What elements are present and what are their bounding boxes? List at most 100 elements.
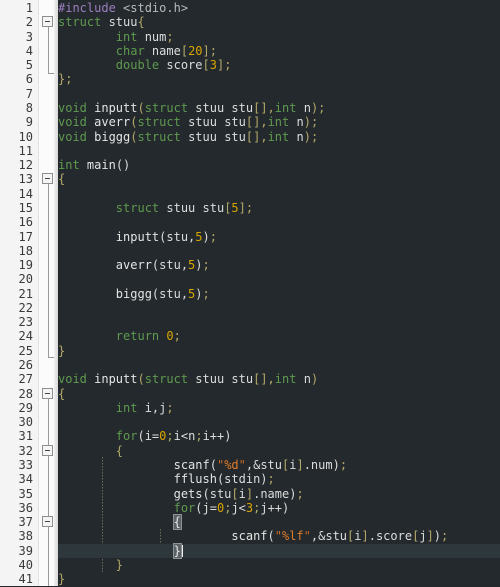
code-line-33[interactable]: scanf("%d",&stu[i].num); — [58, 458, 500, 472]
code-line-34[interactable]: fflush(stdin); — [58, 472, 500, 486]
code-line-11[interactable] — [58, 144, 500, 158]
code-line-41[interactable]: } — [58, 572, 500, 586]
line-number-12: 12 — [18, 158, 33, 173]
token-preprocessor: #include — [58, 1, 116, 15]
code-line-13[interactable]: { — [58, 172, 500, 186]
line-number-35: 35 — [18, 486, 33, 501]
line-number-3: 3 — [25, 29, 33, 44]
code-line-7[interactable] — [58, 87, 500, 101]
line-number-22: 22 — [18, 300, 33, 315]
code-line-10[interactable]: void biggg(struct stuu stu[],int n); — [58, 130, 500, 144]
fold-guide-end-line-25 — [48, 357, 54, 358]
code-line-18[interactable] — [58, 244, 500, 258]
line-number-25: 25 — [18, 343, 33, 358]
code-editor[interactable]: 1 2 3 4 5 6 7 8 9 10 11 12 13 14 15 16 17 18 19 20 21 22 23 24 2… — [0, 0, 500, 586]
line-number-26: 26 — [18, 358, 33, 373]
line-number-30: 30 — [18, 415, 33, 430]
code-line-39[interactable]: } — [58, 542, 500, 559]
line-number-6: 6 — [25, 72, 33, 87]
line-number-31: 31 — [18, 429, 33, 444]
code-line-29[interactable]: int i,j; — [58, 401, 500, 415]
code-line-8[interactable]: void inputt(struct stuu stu[],int n); — [58, 101, 500, 115]
line-number-18: 18 — [18, 243, 33, 258]
code-line-9[interactable]: void averr(struct stuu stu[],int n); — [58, 115, 500, 129]
code-line-26[interactable] — [58, 358, 500, 372]
line-number-15: 15 — [18, 200, 33, 215]
line-number-38: 38 — [18, 529, 33, 544]
line-number-28: 28 — [18, 386, 33, 401]
fold-toggle-line-32[interactable] — [42, 445, 53, 456]
line-number-4: 4 — [25, 43, 33, 58]
line-number-10: 10 — [18, 129, 33, 144]
code-line-23[interactable] — [58, 315, 500, 329]
code-line-38[interactable]: scanf("%lf",&stu[i].score[j]); — [58, 529, 500, 543]
code-line-31[interactable]: for(i=0;i<n;i++) — [58, 429, 500, 443]
line-number-20: 20 — [18, 272, 33, 287]
code-line-36[interactable]: for(j=0;j<3;j++) — [58, 501, 500, 515]
code-line-22[interactable] — [58, 301, 500, 315]
code-line-40[interactable]: } — [58, 558, 500, 572]
fold-guide-line-2 — [48, 27, 49, 73]
line-number-1: 1 — [25, 1, 33, 15]
line-number-2: 2 — [25, 15, 33, 30]
line-number-8: 8 — [25, 100, 33, 115]
code-line-16[interactable] — [58, 215, 500, 229]
code-line-12[interactable]: int main() — [58, 158, 500, 172]
code-line-28[interactable]: { — [58, 387, 500, 401]
line-number-24: 24 — [18, 329, 33, 344]
code-line-20[interactable] — [58, 272, 500, 286]
line-number-5: 5 — [25, 58, 33, 73]
fold-guide-end-line-6 — [48, 73, 54, 74]
brace-match-open: { — [172, 514, 182, 531]
line-number-21: 21 — [18, 286, 33, 301]
line-number-17: 17 — [18, 229, 33, 244]
fold-guide-line-28 — [48, 399, 49, 586]
code-line-5[interactable]: double score[3]; — [58, 58, 500, 72]
fold-toggle-line-28[interactable] — [42, 388, 53, 399]
brace-match-close: } — [172, 542, 182, 559]
line-number-33: 33 — [18, 458, 33, 472]
line-number-34: 34 — [18, 472, 33, 487]
code-line-19[interactable]: averr(stu,5); — [58, 258, 500, 272]
fold-toggle-line-2[interactable] — [42, 16, 53, 27]
fold-toggle-line-13[interactable] — [42, 173, 53, 184]
code-line-21[interactable]: biggg(stu,5); — [58, 287, 500, 301]
code-line-37[interactable]: { — [58, 514, 500, 531]
code-line-25[interactable]: } — [58, 344, 500, 358]
line-number-23: 23 — [18, 315, 33, 330]
line-number-11: 11 — [18, 143, 33, 158]
token-include-header: <stdio.h> — [115, 1, 189, 15]
code-line-17[interactable]: inputt(stu,5); — [58, 230, 500, 244]
text-caret — [180, 544, 183, 557]
code-line-30[interactable] — [58, 415, 500, 429]
line-number-9: 9 — [25, 115, 33, 130]
code-line-24[interactable]: return 0; — [58, 329, 500, 343]
line-number-29: 29 — [18, 400, 33, 415]
line-number-39: 39 — [18, 543, 33, 558]
code-line-2[interactable]: struct stuu{ — [58, 15, 500, 29]
line-number-7: 7 — [25, 86, 33, 101]
line-number-16: 16 — [18, 215, 33, 230]
fold-toggle-line-37[interactable] — [42, 516, 53, 527]
code-line-15[interactable]: struct stuu stu[5]; — [58, 201, 500, 215]
line-number-19: 19 — [18, 258, 33, 273]
code-line-4[interactable]: char name[20]; — [58, 44, 500, 58]
line-number-32: 32 — [18, 443, 33, 458]
code-line-14[interactable] — [58, 187, 500, 201]
code-line-1[interactable]: #include <stdio.h> — [58, 1, 500, 15]
line-number-40: 40 — [18, 557, 33, 572]
line-number-37: 37 — [18, 515, 33, 530]
fold-guide-line-13 — [48, 184, 49, 357]
code-line-32[interactable]: { — [58, 444, 500, 458]
fold-marker-gutter[interactable] — [38, 0, 58, 586]
line-number-gutter: 1 2 3 4 5 6 7 8 9 10 11 12 13 14 15 16 17 18 19 20 21 22 23 24 2… — [0, 0, 38, 586]
line-number-13: 13 — [18, 172, 33, 187]
code-content[interactable]: #include <stdio.h> struct stuu{ int num;… — [58, 0, 500, 586]
code-line-35[interactable]: gets(stu[i].name); — [58, 487, 500, 501]
code-line-3[interactable]: int num; — [58, 30, 500, 44]
line-number-14: 14 — [18, 186, 33, 201]
line-number-36: 36 — [18, 500, 33, 515]
code-line-6[interactable]: }; — [58, 72, 500, 86]
line-number-41: 41 — [18, 572, 33, 587]
code-line-27[interactable]: void inputt(struct stuu stu[],int n) — [58, 372, 500, 386]
